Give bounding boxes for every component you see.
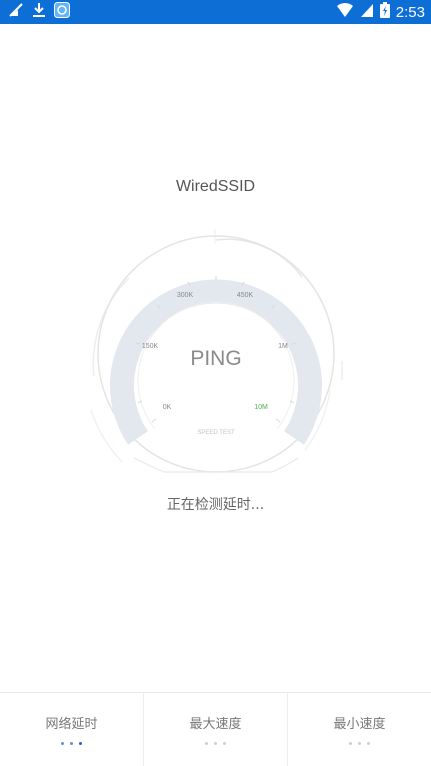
progress-dot: [214, 742, 217, 745]
tab-latency-dots: [0, 742, 143, 745]
tick-label-150k: 150K: [142, 343, 159, 350]
gauge-center-label: PING: [190, 347, 241, 370]
tick-label-300k: 300K: [177, 292, 194, 299]
tab-min-speed[interactable]: 最小速度: [287, 693, 431, 766]
tab-max-speed[interactable]: 最大速度: [143, 693, 287, 766]
download-icon: [32, 2, 46, 22]
progress-dot: [70, 742, 73, 745]
status-bar: 2:53: [0, 0, 431, 24]
tab-latency[interactable]: 网络延时: [0, 693, 143, 766]
bottom-tabs: 网络延时 最大速度 最小速度: [0, 692, 431, 766]
tick-label-1m: 1M: [278, 343, 288, 350]
tab-min-speed-label: 最小速度: [333, 717, 386, 732]
progress-dot: [367, 742, 370, 745]
speed-gauge: 300K 450K 150K 1M 0K 10M PING SPEED TEST: [90, 229, 343, 473]
progress-dot: [349, 742, 352, 745]
tab-min-speed-dots: [288, 742, 431, 745]
app-badge-icon: [54, 2, 70, 22]
tab-max-speed-dots: [144, 742, 287, 745]
progress-dot: [205, 742, 208, 745]
tick-label-0k: 0K: [163, 404, 172, 411]
progress-dot: [61, 742, 64, 745]
cell-signal-icon: [360, 2, 374, 22]
progress-dot: [223, 742, 226, 745]
battery-icon: [379, 2, 390, 22]
status-message: 正在检测延时...: [166, 497, 265, 513]
network-ssid: WiredSSID: [175, 178, 256, 195]
signal-icon: [8, 2, 24, 22]
progress-dot: [358, 742, 361, 745]
speed-test-screen: WiredSSID 300K 450K 150K 1M 0K 10M PING …: [0, 24, 431, 766]
status-time: 2:53: [395, 3, 425, 21]
wifi-icon: [336, 2, 354, 22]
tick-label-10m: 10M: [254, 404, 268, 411]
gauge-footer-label: SPEED TEST: [197, 430, 235, 436]
tab-latency-label: 网络延时: [45, 717, 98, 732]
progress-dot: [79, 742, 82, 745]
tick-label-450k: 450K: [237, 292, 254, 299]
tab-max-speed-label: 最大速度: [189, 717, 242, 732]
